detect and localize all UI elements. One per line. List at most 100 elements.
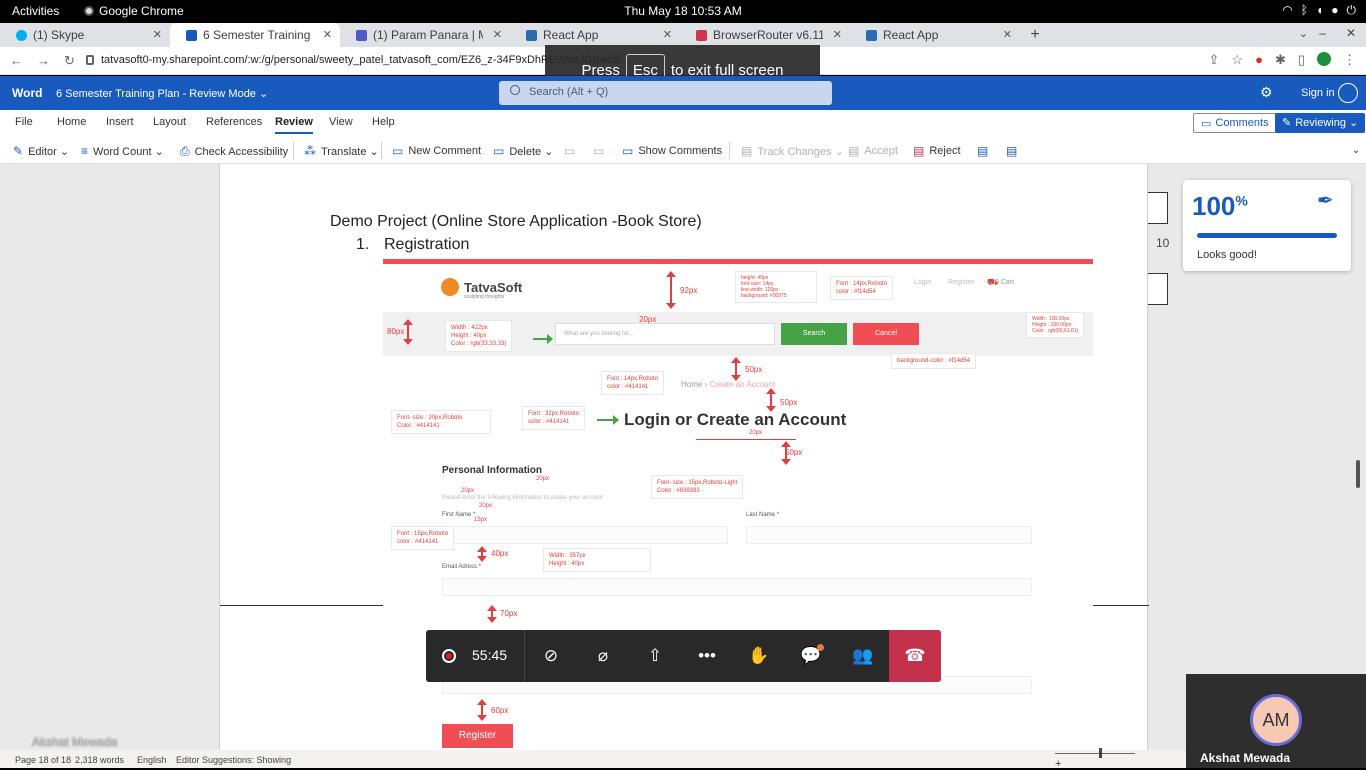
editor-score-card[interactable]: 100% ✒ Looks good! [1183, 180, 1351, 271]
comments-button[interactable]: ▭ Comments [1193, 113, 1277, 133]
back-icon[interactable]: ← [10, 53, 23, 69]
dim-label: 20px [479, 503, 493, 509]
collapse-ribbon-icon[interactable]: ⌄ [1352, 145, 1360, 156]
translate-icon: ⁂ [304, 144, 316, 158]
word-count-status[interactable]: 2,318 words [75, 755, 124, 765]
check-accessibility-button[interactable]: ⎙ Check Accessibility [180, 144, 288, 159]
raise-hand-icon[interactable]: ✋ [746, 644, 772, 668]
zoom-slider[interactable] [1055, 748, 1135, 758]
tab-insert[interactable]: Insert [106, 116, 134, 128]
tab-react-app-2[interactable]: React App ✕ [850, 23, 1020, 47]
tab-title: React App [543, 28, 599, 42]
reject-button[interactable]: ▤ Reject [913, 144, 961, 158]
profile-avatar[interactable] [1317, 52, 1331, 66]
mockup-logo: TatvaSoft sculpting thoughts [441, 278, 522, 300]
reload-icon[interactable]: ↻ [64, 53, 75, 69]
list-text: Registration [384, 236, 470, 253]
participant-name: Akshat Mewada [1200, 751, 1291, 765]
tab-browser-router[interactable]: BrowserRouter v6.11.2 | R ✕ [680, 23, 850, 47]
participant-video-tile[interactable]: AM Akshat Mewada [1186, 674, 1366, 768]
editor-button[interactable]: ✎ Editor ⌄ [13, 144, 69, 158]
new-tab-button[interactable]: + [1020, 23, 1050, 47]
close-tab-icon[interactable]: ✕ [833, 28, 842, 41]
translate-button[interactable]: ⁂ Translate ⌄ [304, 144, 379, 158]
sign-in-link[interactable]: Sign in [1301, 87, 1335, 99]
system-tray[interactable]: ◠ ᛒ ◖ ● ⏻ [1282, 3, 1356, 18]
show-comments-button[interactable]: ▭ Show Comments [622, 144, 722, 158]
nav-buttons: ← → ↻ [10, 53, 75, 69]
sidebar-icon[interactable]: ▯ [1298, 52, 1305, 68]
close-tab-icon[interactable]: ✕ [1003, 28, 1012, 41]
hang-up-button[interactable]: ☎ [889, 630, 941, 682]
previous-change-button[interactable]: ▤ [977, 144, 988, 158]
mockup-cancel-button: Cancel [853, 323, 919, 345]
next-change-button[interactable]: ▤ [1006, 144, 1017, 158]
list-item-registration: 1. Registration [356, 236, 469, 254]
close-tab-icon[interactable]: ✕ [663, 28, 672, 41]
tab-search-chevron-icon[interactable]: ⌄ [1299, 27, 1308, 40]
track-changes-button[interactable]: ▤ Track Changes ⌄ [741, 144, 844, 158]
previous-comment-button[interactable]: ▭ [564, 144, 575, 158]
scrollbar-thumb[interactable] [1356, 460, 1360, 488]
page-count[interactable]: Page 18 of 18 [15, 755, 71, 765]
share-screen-icon[interactable]: ⇧ [642, 644, 668, 668]
forward-icon[interactable]: → [37, 53, 50, 69]
lock-icon[interactable] [86, 55, 94, 65]
bookmark-star-icon[interactable]: ☆ [1231, 52, 1243, 68]
mockup-top-bar [383, 259, 1093, 264]
user-icon[interactable] [1338, 83, 1358, 103]
tab-references[interactable]: References [206, 116, 262, 128]
new-comment-label: New Comment [408, 145, 482, 157]
tab-file[interactable]: File [15, 116, 33, 128]
gear-icon[interactable]: ⚙ [1260, 84, 1273, 101]
mic-off-icon[interactable]: ⌀ [590, 644, 616, 668]
new-comment-button[interactable]: ▭ New Comment [392, 144, 481, 158]
zoom-in-icon[interactable]: + [1055, 758, 1061, 770]
close-window-icon[interactable]: ✕ [1346, 26, 1356, 40]
dimension-arrow [666, 271, 676, 309]
ribbon-tabs: File Home Insert Layout References Revie… [0, 110, 1366, 137]
language-status[interactable]: English [137, 755, 167, 765]
document-heading: Demo Project (Online Store Application -… [330, 213, 702, 230]
camera-off-icon[interactable]: ⊘ [538, 644, 564, 668]
document-title[interactable]: 6 Semester Training Plan - Review Mode ⌄ [56, 87, 268, 100]
delete-button[interactable]: ▭ Delete ⌄ [493, 144, 553, 158]
more-icon[interactable]: ••• [694, 644, 720, 668]
tab-teams[interactable]: (1) Param Panara | Micros ✕ [340, 23, 510, 47]
search-input[interactable]: Search (Alt + Q) [499, 81, 832, 105]
tab-layout[interactable]: Layout [153, 116, 186, 128]
participants-icon[interactable]: 👥 [850, 644, 876, 668]
minimize-icon[interactable]: – [1319, 26, 1326, 40]
zoom-knob[interactable] [1099, 748, 1102, 758]
share-icon[interactable]: ⇪ [1209, 52, 1220, 68]
editor-suggestions-status[interactable]: Editor Suggestions: Showing [176, 755, 291, 765]
next-comment-button[interactable]: ▭ [593, 144, 604, 158]
close-tab-icon[interactable]: ✕ [153, 28, 162, 41]
dim-label: 80px [387, 327, 405, 336]
tab-review[interactable]: Review [275, 116, 313, 134]
dim-label: 92px [680, 286, 698, 295]
ribbon-divider [293, 142, 294, 159]
reviewing-button[interactable]: ✎ Reviewing ⌄ [1275, 113, 1366, 133]
clock[interactable]: Thu May 18 10:53 AM [0, 4, 1366, 18]
tab-training-plan[interactable]: 6 Semester Training Plan ✕ [170, 23, 340, 47]
ribbon-divider [381, 142, 382, 159]
puzzle-icon[interactable]: ✱ [1275, 52, 1286, 68]
tab-view[interactable]: View [329, 116, 353, 128]
word-brand[interactable]: Word [12, 86, 42, 100]
chat-icon[interactable]: 💬 [798, 644, 824, 668]
kebab-menu-icon[interactable]: ⋮ [1343, 52, 1356, 68]
track-changes-label: Track Changes ⌄ [757, 145, 844, 158]
mockup-email-label: Email Adress * [442, 564, 482, 570]
tab-react-app-1[interactable]: React App ✕ [510, 23, 680, 47]
tab-home[interactable]: Home [57, 116, 86, 128]
word-count-button[interactable]: ≡ Word Count ⌄ [81, 144, 164, 158]
tab-help[interactable]: Help [372, 116, 395, 128]
accept-button[interactable]: ▤ Accept [848, 144, 898, 158]
delete-label: Delete ⌄ [509, 145, 554, 158]
extension-icon[interactable]: ● [1255, 52, 1263, 68]
close-tab-icon[interactable]: ✕ [493, 28, 502, 41]
editor-pen-icon: ✒ [1317, 190, 1334, 212]
close-tab-icon[interactable]: ✕ [323, 28, 332, 41]
tab-skype[interactable]: (1) Skype ✕ [0, 23, 170, 47]
